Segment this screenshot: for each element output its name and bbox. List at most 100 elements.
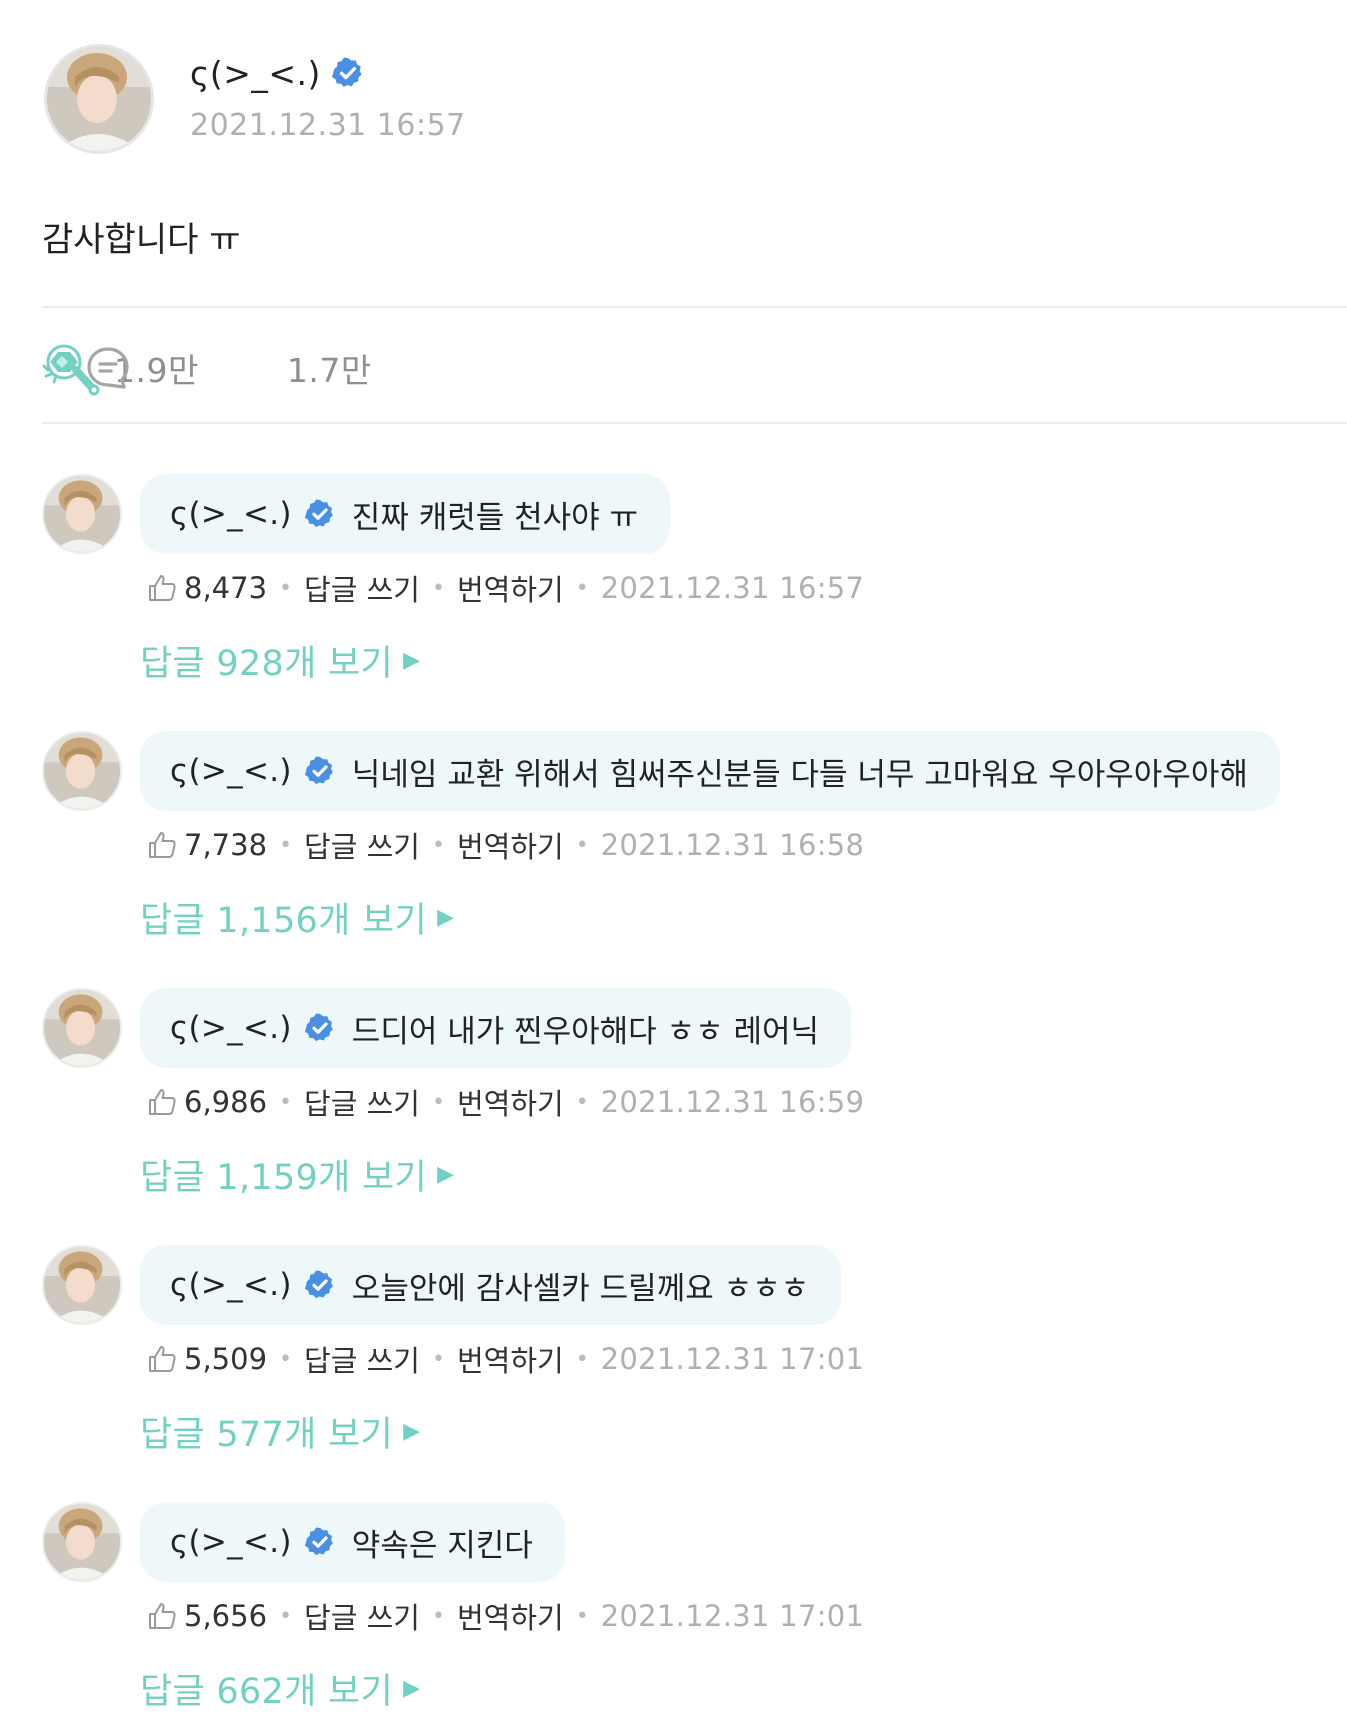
separator-dot: • bbox=[575, 1603, 589, 1629]
comment-avatar[interactable] bbox=[42, 731, 122, 811]
reply-button[interactable]: 답글 쓰기 bbox=[304, 1081, 420, 1123]
comment-text: 닉네임 교환 위해서 힘써주신분들 다들 너무 고마워요 우아우아우아해 bbox=[351, 756, 1248, 793]
comment-item: ς(>_<.) 오늘안에 감사셀카 드릴께요 ㅎㅎㅎ 5,509 • 답글 쓰기… bbox=[42, 1245, 1332, 1475]
comment-text: 진짜 캐럿들 천사야 ㅠ bbox=[351, 499, 639, 536]
avatar-photo bbox=[44, 476, 120, 552]
separator-dot: • bbox=[279, 832, 293, 858]
caret-right-icon: ▶ bbox=[403, 1418, 421, 1444]
comment-bubble: ς(>_<.) 진짜 캐럿들 천사야 ㅠ bbox=[140, 474, 671, 554]
comment-bubble-icon bbox=[87, 347, 129, 389]
separator-dot: • bbox=[279, 1603, 293, 1629]
view-replies-link[interactable]: 답글 928개 보기 ▶ bbox=[140, 634, 420, 686]
thumbs-up-icon[interactable] bbox=[146, 1343, 178, 1375]
comment-actions: 7,738 • 답글 쓰기 • 번역하기 • 2021.12.31 16:58 bbox=[146, 815, 864, 875]
comment-timestamp: 2021.12.31 17:01 bbox=[600, 1599, 865, 1633]
view-replies-label: 답글 1,159개 보기 bbox=[140, 1157, 428, 1198]
separator-dot: • bbox=[575, 832, 589, 858]
avatar-photo bbox=[44, 1504, 120, 1580]
reply-button[interactable]: 답글 쓰기 bbox=[304, 824, 420, 866]
post-stats: 1.9만 1.7만 bbox=[42, 340, 446, 396]
comment-author[interactable]: ς(>_<.) bbox=[170, 753, 292, 789]
separator-dot: • bbox=[575, 1089, 589, 1115]
comment-text: 오늘안에 감사셀카 드릴께요 ㅎㅎㅎ bbox=[351, 1270, 810, 1307]
comment-avatar[interactable] bbox=[42, 988, 122, 1068]
reply-button[interactable]: 답글 쓰기 bbox=[304, 567, 420, 609]
separator-dot: • bbox=[431, 832, 445, 858]
caret-right-icon: ▶ bbox=[403, 647, 421, 673]
view-replies-label: 답글 928개 보기 bbox=[140, 643, 394, 684]
comment-avatar[interactable] bbox=[42, 474, 122, 554]
comment-author[interactable]: ς(>_<.) bbox=[170, 1267, 292, 1303]
separator-dot: • bbox=[575, 1346, 589, 1372]
post-timestamp: 2021.12.31 16:57 bbox=[190, 108, 466, 143]
translate-button[interactable]: 번역하기 bbox=[457, 1338, 564, 1380]
comment-author[interactable]: ς(>_<.) bbox=[170, 496, 292, 532]
translate-button[interactable]: 번역하기 bbox=[457, 1081, 564, 1123]
author-row: ς(>_<.) bbox=[190, 48, 466, 98]
comment-actions: 6,986 • 답글 쓰기 • 번역하기 • 2021.12.31 16:59 bbox=[146, 1072, 864, 1132]
comment-avatar[interactable] bbox=[42, 1502, 122, 1582]
comment-stat[interactable]: 1.7만 bbox=[87, 344, 372, 392]
comment-actions: 8,473 • 답글 쓰기 • 번역하기 • 2021.12.31 16:57 bbox=[146, 558, 864, 618]
post-body: 감사합니다 ㅠ bbox=[42, 220, 241, 260]
view-replies-link[interactable]: 답글 1,159개 보기 ▶ bbox=[140, 1148, 454, 1200]
caret-right-icon: ▶ bbox=[403, 1675, 421, 1701]
comment-like-count: 6,986 bbox=[184, 1085, 268, 1119]
avatar-photo bbox=[44, 990, 120, 1066]
thumbs-up-icon[interactable] bbox=[146, 829, 178, 861]
comment-author[interactable]: ς(>_<.) bbox=[170, 1524, 292, 1560]
thumbs-up-icon[interactable] bbox=[146, 1600, 178, 1632]
thumbs-up-icon[interactable] bbox=[146, 572, 178, 604]
separator-dot: • bbox=[575, 575, 589, 601]
verified-badge-icon bbox=[304, 499, 333, 528]
view-replies-link[interactable]: 답글 1,156개 보기 ▶ bbox=[140, 891, 454, 943]
author-avatar[interactable] bbox=[44, 44, 154, 154]
view-replies-link[interactable]: 답글 662개 보기 ▶ bbox=[140, 1662, 420, 1714]
translate-button[interactable]: 번역하기 bbox=[457, 824, 564, 866]
avatar-photo bbox=[44, 733, 120, 809]
comment-timestamp: 2021.12.31 17:01 bbox=[600, 1342, 865, 1376]
avatar-photo bbox=[44, 1247, 120, 1323]
separator-dot: • bbox=[279, 1089, 293, 1115]
view-replies-link[interactable]: 답글 577개 보기 ▶ bbox=[140, 1405, 420, 1457]
comment-like-count: 5,656 bbox=[184, 1599, 268, 1633]
separator-dot: • bbox=[279, 575, 293, 601]
reply-button[interactable]: 답글 쓰기 bbox=[304, 1595, 420, 1637]
divider bbox=[42, 422, 1347, 424]
comment-text: 약속은 지킨다 bbox=[351, 1527, 533, 1564]
avatar-photo bbox=[47, 47, 151, 151]
separator-dot: • bbox=[431, 575, 445, 601]
comment-text: 드디어 내가 찐우아해다 ㅎㅎ 레어닉 bbox=[351, 1013, 820, 1050]
caret-right-icon: ▶ bbox=[437, 1161, 455, 1187]
comment-bubble: ς(>_<.) 약속은 지킨다 bbox=[140, 1502, 565, 1582]
translate-button[interactable]: 번역하기 bbox=[457, 567, 564, 609]
view-replies-label: 답글 1,156개 보기 bbox=[140, 900, 428, 941]
comment-bubble: ς(>_<.) 닉네임 교환 위해서 힘써주신분들 다들 너무 고마워요 우아우… bbox=[140, 731, 1280, 811]
comment-actions: 5,656 • 답글 쓰기 • 번역하기 • 2021.12.31 17:01 bbox=[146, 1586, 864, 1646]
comment-timestamp: 2021.12.31 16:59 bbox=[600, 1085, 865, 1119]
comment-item: ς(>_<.) 닉네임 교환 위해서 힘써주신분들 다들 너무 고마워요 우아우… bbox=[42, 731, 1332, 961]
thumbs-up-icon[interactable] bbox=[146, 1086, 178, 1118]
separator-dot: • bbox=[279, 1346, 293, 1372]
post-meta: ς(>_<.) 2021.12.31 16:57 bbox=[190, 48, 466, 144]
comment-avatar[interactable] bbox=[42, 1245, 122, 1325]
comment-item: ς(>_<.) 약속은 지킨다 5,656 • 답글 쓰기 • 번역하기 • 2… bbox=[42, 1502, 1332, 1732]
comment-timestamp: 2021.12.31 16:57 bbox=[600, 571, 865, 605]
separator-dot: • bbox=[431, 1346, 445, 1372]
translate-button[interactable]: 번역하기 bbox=[457, 1595, 564, 1637]
divider bbox=[42, 306, 1347, 308]
view-replies-label: 답글 662개 보기 bbox=[140, 1671, 394, 1712]
verified-badge-icon bbox=[304, 1527, 333, 1556]
post-header: ς(>_<.) 2021.12.31 16:57 bbox=[44, 44, 466, 160]
verified-badge-icon bbox=[304, 1013, 333, 1042]
separator-dot: • bbox=[431, 1089, 445, 1115]
separator-dot: • bbox=[431, 1603, 445, 1629]
comment-item: ς(>_<.) 드디어 내가 찐우아해다 ㅎㅎ 레어닉 6,986 • 답글 쓰… bbox=[42, 988, 1332, 1218]
comment-item: ς(>_<.) 진짜 캐럿들 천사야 ㅠ 8,473 • 답글 쓰기 • 번역하… bbox=[42, 474, 1332, 704]
comment-bubble: ς(>_<.) 오늘안에 감사셀카 드릴께요 ㅎㅎㅎ bbox=[140, 1245, 842, 1325]
comment-like-count: 7,738 bbox=[184, 828, 268, 862]
comment-author[interactable]: ς(>_<.) bbox=[170, 1010, 292, 1046]
comment-count: 1.7만 bbox=[286, 351, 372, 390]
author-name[interactable]: ς(>_<.) bbox=[190, 54, 321, 93]
reply-button[interactable]: 답글 쓰기 bbox=[304, 1338, 420, 1380]
